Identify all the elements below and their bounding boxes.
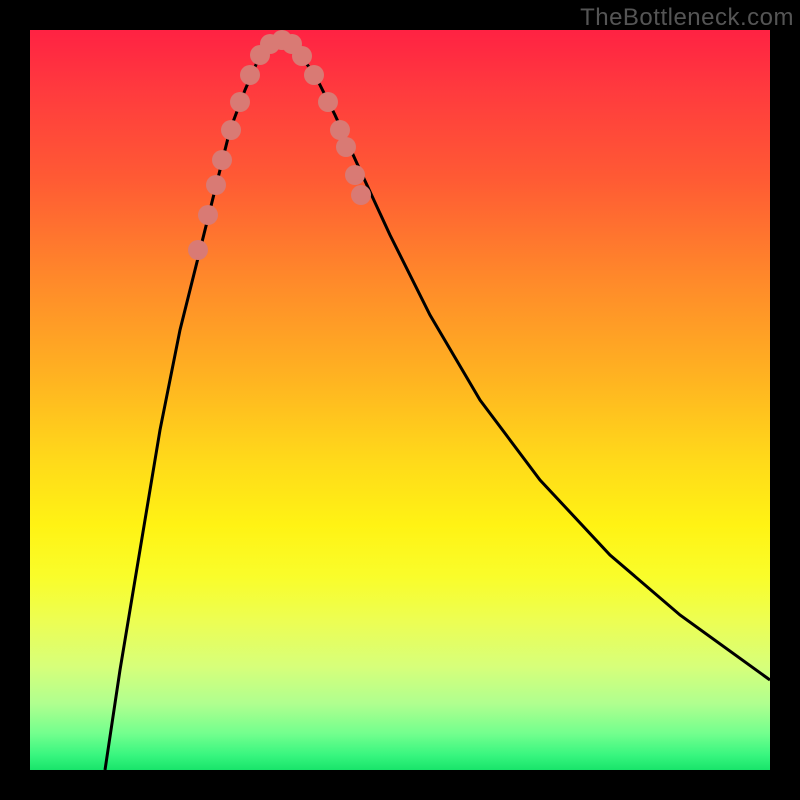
data-marker (206, 175, 226, 195)
bottleneck-curve-left (105, 40, 280, 770)
data-marker (318, 92, 338, 112)
chart-canvas: TheBottleneck.com (0, 0, 800, 800)
data-marker (240, 65, 260, 85)
data-marker (345, 165, 365, 185)
data-markers (188, 30, 371, 260)
data-marker (212, 150, 232, 170)
data-marker (336, 137, 356, 157)
plot-area (30, 30, 770, 770)
data-marker (330, 120, 350, 140)
data-marker (351, 185, 371, 205)
data-marker (221, 120, 241, 140)
watermark-text: TheBottleneck.com (580, 4, 794, 32)
data-marker (230, 92, 250, 112)
data-marker (198, 205, 218, 225)
data-marker (304, 65, 324, 85)
data-marker (188, 240, 208, 260)
data-marker (292, 46, 312, 66)
bottleneck-curve-right (280, 40, 770, 680)
chart-svg (30, 30, 770, 770)
